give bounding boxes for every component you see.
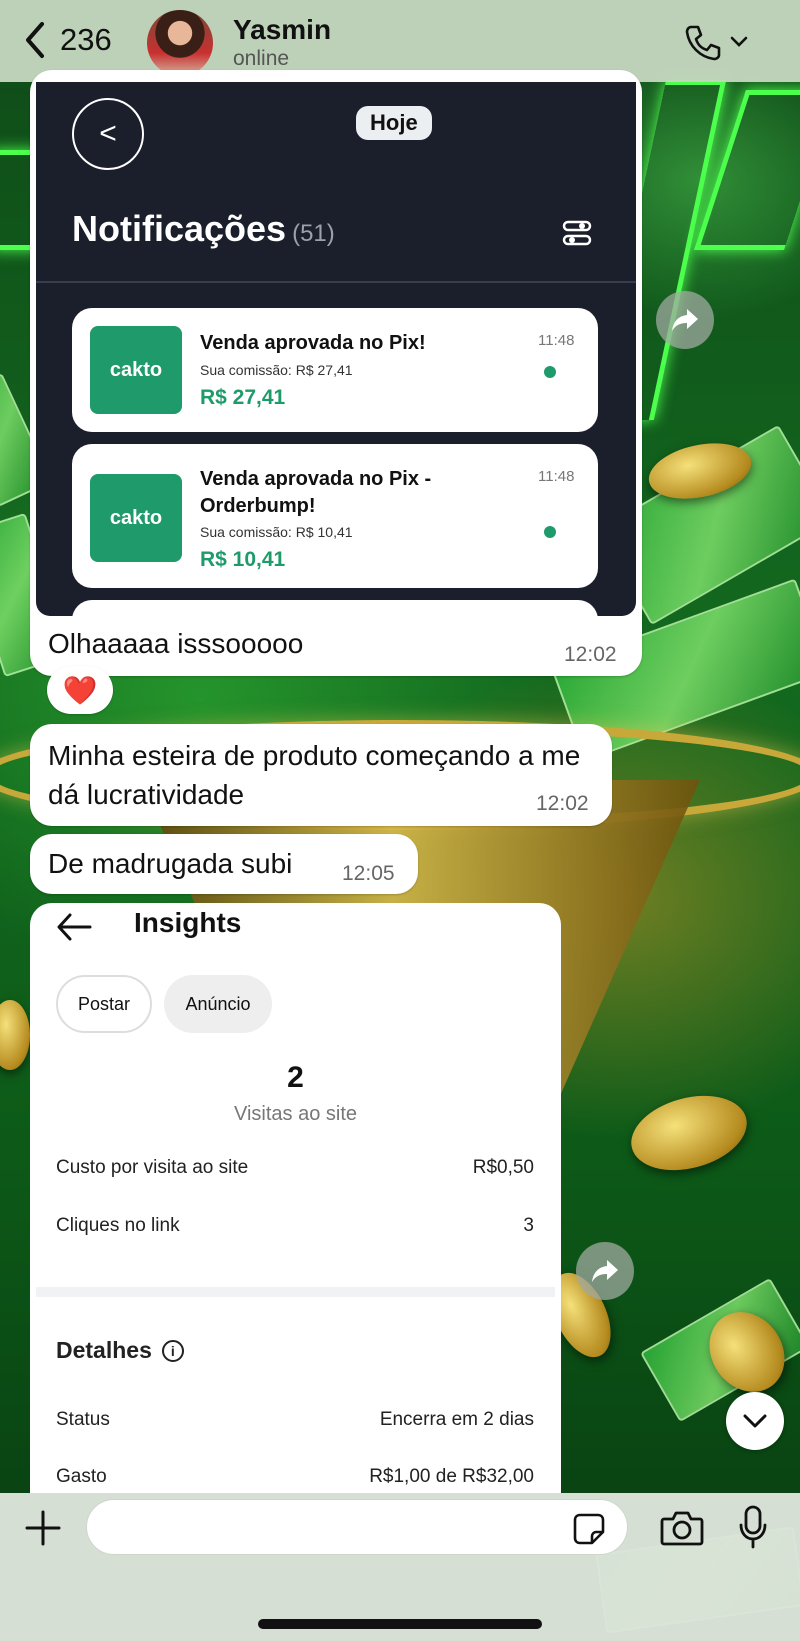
row-value: R$0,50 <box>472 1157 534 1178</box>
phone-icon <box>685 25 721 61</box>
metric-label: Visitas ao site <box>233 1103 358 1125</box>
notification-amount: R$ 10,41 <box>200 548 286 571</box>
forward-arrow-icon <box>592 1260 618 1282</box>
message-text: Minha esteira de produto começando a me … <box>48 740 581 810</box>
call-button[interactable] <box>683 22 753 62</box>
message-text: De madrugada subi <box>48 848 293 879</box>
forward-arrow-icon <box>672 309 698 331</box>
chevron-down-icon <box>743 1414 767 1428</box>
chevron-down-icon <box>730 36 748 47</box>
insights-screenshot[interactable]: Insights Postar Anúncio 2 Visitas ao sit… <box>30 903 561 1493</box>
heart-reaction: ❤️ <box>62 674 98 706</box>
message-time: 12:05 <box>342 862 395 885</box>
notification-screenshot[interactable]: < Hoje Notificações (51) cakto Venda apro… <box>36 82 636 616</box>
notification-card-partial <box>72 600 598 616</box>
detail-row: Status Encerra em 2 dias <box>56 1409 534 1431</box>
date-chip: Hoje <box>356 106 432 140</box>
notification-time: 11:48 <box>538 468 575 485</box>
notification-commission: Sua comissão: R$ 10,41 <box>200 524 353 540</box>
detail-row: Gasto R$1,00 de R$32,00 <box>56 1466 534 1488</box>
details-heading: Detalhes i <box>56 1337 184 1364</box>
message-time: 12:02 <box>536 792 589 815</box>
metric-value: 2 <box>287 1061 304 1094</box>
microphone-icon[interactable] <box>738 1505 768 1549</box>
notification-card: cakto Venda aprovada no Pix - Orderbump!… <box>72 444 598 588</box>
notifications-title: Notificações (51) <box>72 208 335 249</box>
contact-status: online <box>233 47 290 70</box>
notification-commission: Sua comissão: R$ 27,41 <box>200 362 353 378</box>
notification-title: Venda aprovada no Pix! <box>200 332 426 354</box>
message-time: 12:02 <box>564 643 617 666</box>
home-indicator <box>258 1619 542 1629</box>
plus-icon[interactable] <box>24 1509 62 1547</box>
message-bubble[interactable]: Minha esteira de produto começando a me … <box>30 724 612 826</box>
chevron-left-icon <box>26 22 44 58</box>
forward-button[interactable] <box>656 291 714 349</box>
notification-title: Venda aprovada no Pix - Orderbump! <box>200 468 432 517</box>
message-input[interactable] <box>86 1499 628 1555</box>
unread-count: 236 <box>60 22 112 57</box>
metric-row: Cliques no link 3 <box>56 1215 534 1237</box>
unread-dot <box>544 526 556 538</box>
row-label: Status <box>56 1409 110 1430</box>
row-value: Encerra em 2 dias <box>379 1409 534 1430</box>
contact-name[interactable]: Yasmin <box>233 14 331 46</box>
info-icon: i <box>161 1339 184 1362</box>
forward-button[interactable] <box>576 1242 634 1300</box>
cakto-logo: cakto <box>90 474 182 562</box>
camera-icon[interactable] <box>660 1509 704 1547</box>
row-label: Gasto <box>56 1466 107 1487</box>
scroll-to-bottom-button[interactable] <box>726 1392 784 1450</box>
notification-card: cakto Venda aprovada no Pix! Sua comissã… <box>72 308 598 432</box>
input-bar <box>0 1493 800 1641</box>
sticker-icon[interactable] <box>572 1512 606 1546</box>
insights-title: Insights <box>134 907 242 938</box>
metric-row: Custo por visita ao site R$0,50 <box>56 1157 534 1179</box>
notification-time: 11:48 <box>538 332 575 349</box>
tab-postar: Postar <box>56 975 152 1033</box>
section-divider <box>36 1287 555 1297</box>
divider <box>36 281 636 283</box>
back-icon: < <box>72 98 144 170</box>
message-bubble[interactable]: De madrugada subi 12:05 <box>30 834 418 894</box>
reaction-badge[interactable]: ❤️ <box>47 666 113 714</box>
cakto-logo: cakto <box>90 326 182 414</box>
row-label: Cliques no link <box>56 1215 180 1236</box>
filter-icon <box>562 220 592 246</box>
notification-amount: R$ 27,41 <box>200 386 286 409</box>
tab-anuncio: Anúncio <box>164 975 272 1033</box>
avatar[interactable] <box>147 10 213 76</box>
row-value: 3 <box>523 1215 534 1236</box>
row-label: Custo por visita ao site <box>56 1157 249 1178</box>
unread-dot <box>544 366 556 378</box>
message-text: Olhaaaaa isssooooo <box>48 628 304 659</box>
row-value: R$1,00 de R$32,00 <box>369 1466 534 1487</box>
back-button[interactable]: 236 <box>20 20 112 60</box>
arrow-left-icon <box>57 913 92 941</box>
